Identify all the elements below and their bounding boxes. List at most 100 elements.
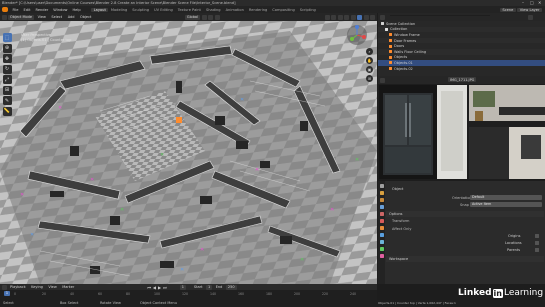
select-box-icon[interactable]: ⬚ <box>2 33 12 42</box>
shading-wireframe-icon[interactable] <box>350 14 356 20</box>
image-editor-icon[interactable] <box>380 77 385 83</box>
locations-checkbox[interactable] <box>535 241 539 245</box>
current-frame-field[interactable]: 1 <box>179 284 186 290</box>
pan-hand-icon[interactable]: ✋ <box>366 57 373 64</box>
workspace-section[interactable]: Workspace <box>386 256 544 262</box>
scene-selector[interactable]: Scene <box>499 7 516 12</box>
transform-icon[interactable]: ⊞ <box>2 85 12 95</box>
object-tab-icon[interactable] <box>379 226 384 230</box>
overlay-toggle-icon[interactable] <box>337 14 343 20</box>
select-menu[interactable]: Select <box>49 15 64 20</box>
filter-icon[interactable] <box>528 14 533 20</box>
collection-icon <box>389 61 392 65</box>
jump-end-icon[interactable]: ⏭ <box>163 285 167 290</box>
scene-tab-icon[interactable] <box>379 212 384 216</box>
perspective-grid-icon[interactable]: ⊞ <box>366 75 373 82</box>
play-reverse-icon[interactable]: ◀ <box>153 285 156 290</box>
cursor-icon[interactable]: ⊕ <box>2 43 12 53</box>
particles-tab-icon[interactable] <box>379 240 384 244</box>
workspace-tab-shading[interactable]: Shading <box>203 8 223 12</box>
xray-icon[interactable] <box>344 14 349 20</box>
workspace-tab-modeling[interactable]: Modeling <box>108 8 129 12</box>
scale-icon[interactable]: ⤢ <box>2 75 12 84</box>
workspace-tab-compositing[interactable]: Compositing <box>270 8 298 12</box>
play-icon[interactable]: ▶ <box>158 285 161 290</box>
object-menu[interactable]: Object <box>78 15 93 20</box>
outliner-search[interactable] <box>389 14 490 16</box>
workspace-tab-sculpting[interactable]: Sculpting <box>130 8 152 12</box>
output-tab-icon[interactable] <box>379 198 384 202</box>
shading-solid-icon[interactable] <box>357 14 362 20</box>
snap-dropdown[interactable]: Active Item <box>470 202 542 207</box>
annotate-icon[interactable]: ✎ <box>2 96 12 105</box>
zoom-icon[interactable]: ⌕ <box>366 48 373 55</box>
tool-tab-icon[interactable] <box>379 184 384 188</box>
parents-checkbox[interactable] <box>535 248 539 252</box>
workspace-tab-rendering[interactable]: Rendering <box>246 8 269 12</box>
transform-subsection[interactable]: Transform <box>392 219 409 223</box>
scene-statistics: Objects.01 | Counter top | Verts:1,062,4… <box>378 301 456 305</box>
brand-left: Linked <box>458 288 492 298</box>
navigation-gizmo[interactable] <box>346 24 368 46</box>
3d-viewport[interactable]: ✕ ✕ ✕ ✕ ✕ ✕ ✕ ✕ ✕ ✕ ✕ ✕ ✕ <box>0 21 377 284</box>
menu-file[interactable]: File <box>10 8 21 12</box>
snap-icon[interactable] <box>208 14 214 20</box>
viewport-info: User Perspective (1) Objects.01 | Counte… <box>21 33 71 43</box>
outliner-editor-icon[interactable] <box>380 14 385 20</box>
move-icon[interactable]: ✥ <box>2 54 12 63</box>
workspace-tab-scripting[interactable]: Scripting <box>297 8 318 12</box>
close-button[interactable]: ✕ <box>538 0 541 5</box>
workspace-tab-uv-editing[interactable]: UV Editing <box>152 8 176 12</box>
editor-type-icon[interactable] <box>1 14 7 20</box>
render-tab-icon[interactable] <box>379 191 384 195</box>
options-section[interactable]: Options <box>386 211 544 217</box>
physics-tab-icon[interactable] <box>379 247 384 251</box>
minimize-button[interactable]: – <box>522 0 524 5</box>
visibility-icon[interactable] <box>324 14 330 20</box>
maximize-button[interactable]: □ <box>530 0 534 5</box>
timeline-track[interactable]: 1 0 20 40 60 80 100 120 140 160 180 200 … <box>0 290 377 300</box>
modifier-tab-icon[interactable] <box>379 233 384 237</box>
orientation-dropdown[interactable]: Default <box>470 195 542 200</box>
outliner-row[interactable]: Objects.02 <box>378 66 545 72</box>
mode-selector[interactable]: Object Mode <box>8 14 35 20</box>
svg-text:✕: ✕ <box>300 257 304 263</box>
material-tab-icon[interactable] <box>379 254 384 258</box>
world-tab-icon[interactable] <box>379 219 384 223</box>
add-menu[interactable]: Add <box>66 15 77 20</box>
menu-edit[interactable]: Edit <box>21 8 33 12</box>
affect-only-subsection[interactable]: Affect Only <box>392 227 411 231</box>
blender-logo-icon[interactable] <box>2 7 8 12</box>
marker-menu[interactable]: Marker <box>60 285 76 290</box>
measure-icon[interactable]: 📏 <box>2 106 12 116</box>
image-name-field[interactable]: IMG_1711.JPG <box>448 77 477 83</box>
origins-checkbox[interactable] <box>535 234 539 238</box>
end-frame-field[interactable]: 250 <box>225 284 237 290</box>
rotate-icon[interactable]: ↻ <box>2 64 12 74</box>
menu-render[interactable]: Render <box>33 8 51 12</box>
workspace-tab-animation[interactable]: Animation <box>223 8 246 12</box>
workspace-tab-texture-paint[interactable]: Texture Paint <box>175 8 203 12</box>
camera-icon[interactable]: ▣ <box>366 66 373 73</box>
start-frame-field[interactable]: 1 <box>205 284 213 290</box>
pivot-icon[interactable] <box>201 14 207 20</box>
timeline-view-menu[interactable]: View <box>46 285 58 290</box>
keying-menu[interactable]: Keying <box>29 285 45 290</box>
shading-material-icon[interactable] <box>363 14 369 20</box>
playhead[interactable]: 1 <box>4 291 10 296</box>
view-layer-selector[interactable]: View Layer <box>517 7 542 12</box>
shading-rendered-icon[interactable] <box>370 14 375 20</box>
workspace-tab-layout[interactable]: Layout <box>91 7 109 12</box>
gizmo-toggle-icon[interactable] <box>331 14 336 20</box>
playback-menu[interactable]: Playback <box>8 285 28 290</box>
timeline-editor-icon[interactable] <box>1 284 7 290</box>
view-menu[interactable]: View <box>36 15 48 20</box>
linkedin-learning-watermark: Linked in Learning <box>458 288 543 298</box>
view-layer-tab-icon[interactable] <box>379 205 384 209</box>
menu-window[interactable]: Window <box>51 8 70 12</box>
active-collection-text: (1) Objects.01 | Counter top <box>21 38 72 42</box>
proportional-edit-icon[interactable] <box>214 14 220 20</box>
transform-orientation[interactable]: Global <box>184 14 201 20</box>
menu-help[interactable]: Help <box>70 8 83 12</box>
jump-start-icon[interactable]: ⏮ <box>147 285 151 290</box>
